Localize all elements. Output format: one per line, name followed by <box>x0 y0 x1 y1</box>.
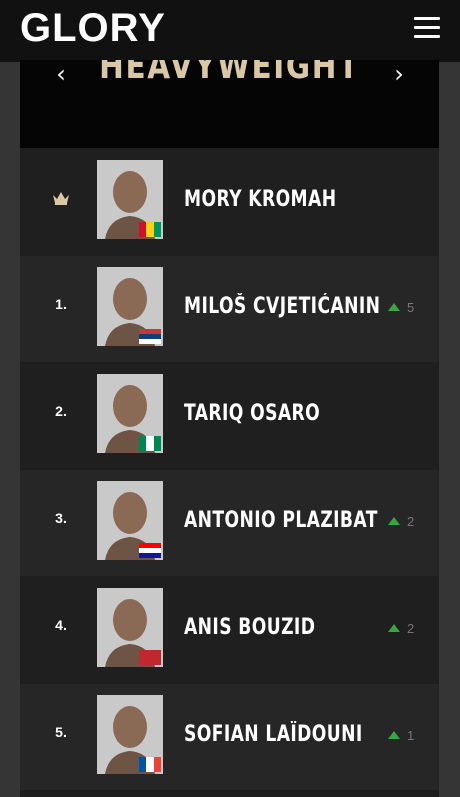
top-bar: GLORY <box>0 0 460 62</box>
arrow-up-icon <box>388 303 400 311</box>
rank-movement: 2 <box>388 621 414 636</box>
menu-icon[interactable] <box>414 17 440 39</box>
rank-movement: 5 <box>388 300 414 315</box>
rank-number: 2. <box>55 403 67 419</box>
fighter-name[interactable]: SOFIAN LAÏDOUNI <box>184 722 363 747</box>
country-flag-icon <box>139 329 161 344</box>
movement-value: 2 <box>407 514 415 529</box>
movement-value: 2 <box>407 621 415 636</box>
ranking-row[interactable]: 4. ANIS BOUZID 2 <box>20 577 439 683</box>
crown-icon <box>53 192 69 205</box>
fighter-photo[interactable] <box>97 267 163 346</box>
rank-number: 4. <box>55 617 67 633</box>
rank-number: 5. <box>55 724 67 740</box>
fighter-photo[interactable] <box>97 160 163 239</box>
rank-movement: 2 <box>388 514 414 529</box>
fighter-photo[interactable] <box>97 481 163 560</box>
ranking-row[interactable]: MORY KROMAH <box>20 149 439 255</box>
fighter-photo[interactable] <box>97 695 163 774</box>
fighter-photo[interactable] <box>97 588 163 667</box>
country-flag-icon <box>139 543 161 558</box>
rank-number: 3. <box>55 510 67 526</box>
fighter-name[interactable]: ANIS BOUZID <box>184 615 315 640</box>
country-flag-icon <box>139 650 161 665</box>
arrow-up-icon <box>388 517 400 525</box>
fighter-name[interactable]: MILOŠ CVJETIĆANIN <box>184 294 380 319</box>
division-header: HEAVYWEIGHT ‹ › <box>20 60 439 148</box>
division-title: HEAVYWEIGHT <box>99 60 360 87</box>
glory-logo[interactable]: GLORY <box>20 4 166 52</box>
chevron-right-icon[interactable]: › <box>384 60 414 88</box>
ranking-row[interactable]: 1. MILOŠ CVJETIĆANIN 5 <box>20 256 439 362</box>
ranking-row[interactable]: 3. ANTONIO PLAZIBAT 2 <box>20 470 439 576</box>
fighter-photo[interactable] <box>97 374 163 453</box>
fighter-name[interactable]: ANTONIO PLAZIBAT <box>184 508 378 533</box>
ranking-row[interactable]: 5. SOFIAN LAÏDOUNI 1 <box>20 684 439 790</box>
rank-movement: 1 <box>388 728 414 743</box>
rank-number: 1. <box>55 296 67 312</box>
country-flag-icon <box>139 222 161 237</box>
arrow-up-icon <box>388 624 400 632</box>
chevron-left-icon[interactable]: ‹ <box>46 60 76 88</box>
fighter-name[interactable]: TARIQ OSARO <box>184 401 320 426</box>
ranking-row[interactable]: 2. TARIQ OSARO <box>20 363 439 469</box>
fighter-name[interactable]: MORY KROMAH <box>184 187 336 212</box>
arrow-up-icon <box>388 731 400 739</box>
country-flag-icon <box>139 436 161 451</box>
country-flag-icon <box>139 757 161 772</box>
movement-value: 5 <box>407 300 415 315</box>
movement-value: 1 <box>407 728 415 743</box>
